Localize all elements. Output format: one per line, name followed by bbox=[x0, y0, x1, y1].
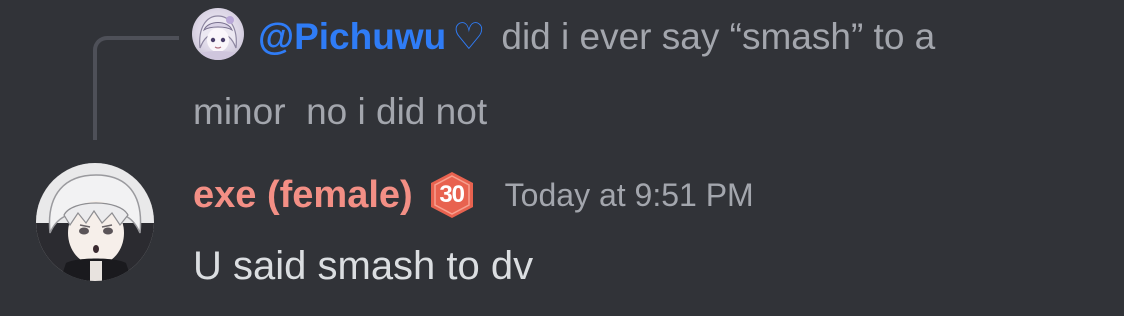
message-header: exe (female) 30 Today at 9:51 PM bbox=[193, 168, 754, 222]
heart-icon: ♡ bbox=[452, 16, 486, 57]
level-badge[interactable]: 30 bbox=[427, 170, 477, 220]
chat-message: @Pichuwu ♡ did i ever say “smash” to a min… bbox=[0, 0, 1124, 316]
reply-author-avatar[interactable] bbox=[192, 8, 244, 60]
message-content: U said smash to dv bbox=[193, 244, 534, 288]
anime-girl-avatar-icon bbox=[198, 15, 238, 60]
reply-text-line2[interactable]: minor no i did not bbox=[193, 87, 487, 137]
reply-connector-line bbox=[93, 36, 179, 140]
author-username[interactable]: exe (female) bbox=[193, 174, 413, 217]
level-number: 30 bbox=[439, 181, 465, 208]
message-timestamp[interactable]: Today at 9:51 PM bbox=[505, 177, 754, 214]
author-avatar[interactable] bbox=[36, 163, 154, 281]
reply-text-line1: did i ever say “smash” to a bbox=[501, 16, 936, 57]
reply-author-mention[interactable]: @Pichuwu bbox=[258, 16, 446, 57]
reply-preview[interactable]: @Pichuwu ♡ did i ever say “smash” to a bbox=[258, 12, 935, 62]
anime-boy-avatar-icon bbox=[36, 163, 154, 281]
